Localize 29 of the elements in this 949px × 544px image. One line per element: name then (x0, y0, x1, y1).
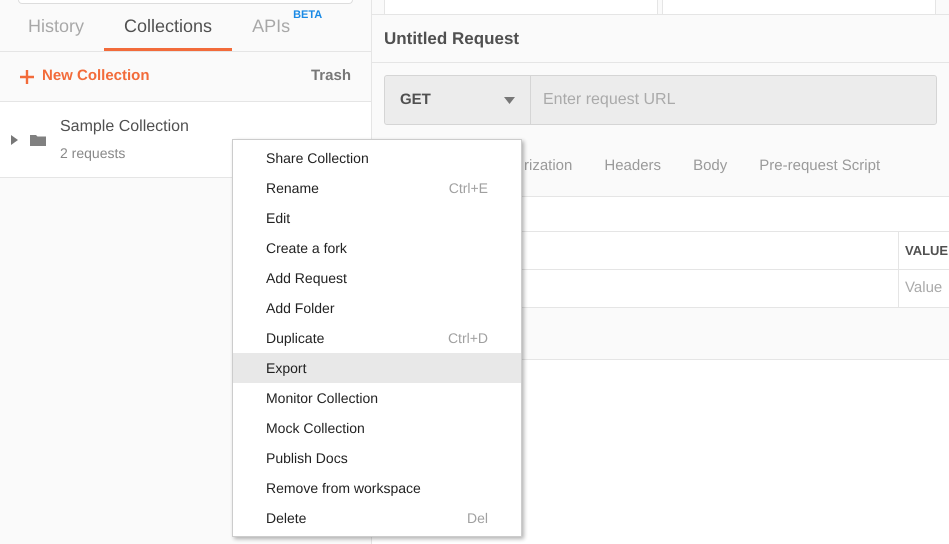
caret-icon (504, 96, 515, 104)
menu-item[interactable]: Rename Ctrl+E (233, 173, 521, 203)
menu-item[interactable]: Export (233, 353, 521, 383)
request-tab[interactable] (384, 0, 658, 14)
column-header: VALUE (905, 242, 948, 260)
url-bar[interactable]: GET Enter request URL (384, 75, 937, 125)
sidebar-tab[interactable]: Collections (104, 5, 232, 51)
folder-icon (30, 134, 46, 146)
shortcut-text: Ctrl+D (448, 328, 488, 348)
menu-item[interactable]: Monitor Collection (233, 383, 521, 413)
value-field[interactable]: Value (905, 277, 949, 300)
menu-item[interactable]: Add Folder (233, 293, 521, 323)
menu-item[interactable]: Mock Collection (233, 413, 521, 443)
menu-item[interactable]: Duplicate Ctrl+D (233, 323, 521, 353)
request-title: Untitled Request (384, 28, 520, 50)
menu-item[interactable]: Create a fork (233, 233, 521, 263)
request-count: 2 requests (60, 144, 126, 163)
trash-button[interactable]: Trash (310, 65, 351, 88)
collection-name: Sample Collection (60, 117, 189, 137)
shortcut-text: Ctrl+E (448, 178, 488, 198)
plus-icon (20, 70, 34, 84)
menu-item[interactable]: Remove from workspace (233, 473, 521, 503)
menu-item[interactable]: Add Request (233, 263, 521, 293)
menu-item[interactable]: Edit (233, 203, 521, 233)
menu-item[interactable]: Delete Del (233, 503, 521, 533)
shortcut-text: Del (466, 508, 488, 528)
menu-item[interactable]: Publish Docs (233, 443, 521, 473)
request-tab[interactable] (662, 0, 936, 14)
menu-item[interactable]: Share Collection (233, 143, 521, 173)
